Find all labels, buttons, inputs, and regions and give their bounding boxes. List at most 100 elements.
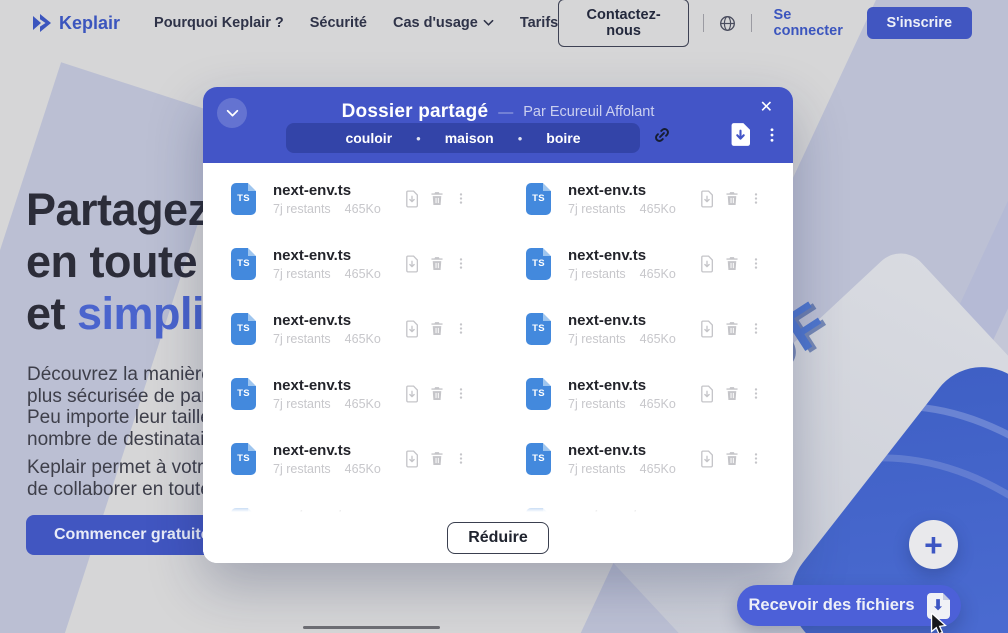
ts-file-icon: TS xyxy=(231,443,256,475)
modal-footer: Réduire xyxy=(203,512,793,563)
file-info: next-env.ts 7j restants 465Ko xyxy=(568,182,676,216)
tag-boire[interactable]: boire xyxy=(546,130,580,146)
delete-file-icon[interactable] xyxy=(429,255,445,272)
file-actions xyxy=(699,450,763,468)
language-selector[interactable] xyxy=(718,14,737,33)
file-more-icon[interactable] xyxy=(454,450,468,467)
file-list-item[interactable]: TS next-env.ts 7j restants 465Ko xyxy=(498,231,793,296)
file-meta: 7j restants 465Ko xyxy=(273,332,381,346)
file-size: 465Ko xyxy=(640,332,676,346)
tag-maison[interactable]: maison xyxy=(445,130,494,146)
nav-item-cas-dusage[interactable]: Cas d'usage xyxy=(393,15,494,31)
collapse-button[interactable] xyxy=(217,98,247,128)
download-file-icon[interactable] xyxy=(404,450,420,468)
file-actions xyxy=(699,190,763,208)
chevron-down-icon xyxy=(483,19,494,27)
add-files-fab[interactable]: + xyxy=(909,520,958,569)
file-actions xyxy=(699,255,763,273)
delete-file-icon[interactable] xyxy=(429,320,445,337)
close-icon[interactable]: ✕ xyxy=(760,98,773,118)
more-options-icon[interactable] xyxy=(763,124,781,146)
nav-divider xyxy=(751,14,752,32)
logo-chevrons-icon xyxy=(32,14,52,32)
file-list-item[interactable]: TS next-env.ts 7j restants 465Ko xyxy=(203,296,498,361)
file-meta: 7j restants 465Ko xyxy=(273,202,381,216)
download-file-icon[interactable] xyxy=(404,190,420,208)
file-size: 465Ko xyxy=(640,202,676,216)
download-file-icon[interactable] xyxy=(404,320,420,338)
folder-tags-pill[interactable]: couloir • maison • boire xyxy=(286,123,640,153)
ts-file-icon: TS xyxy=(231,248,256,280)
file-meta: 7j restants 465Ko xyxy=(568,332,676,346)
file-more-icon[interactable] xyxy=(454,255,468,272)
receive-files-button[interactable]: Recevoir des fichiers ⬇ xyxy=(737,585,961,626)
login-link[interactable]: Se connecter xyxy=(774,7,845,39)
ts-file-icon: TS xyxy=(526,313,551,345)
keplair-logo[interactable]: Keplair xyxy=(32,13,120,34)
file-expiry: 7j restants xyxy=(273,332,331,346)
reduce-button[interactable]: Réduire xyxy=(447,522,549,554)
file-list-item[interactable]: TS next-env.ts 7j restants 465Ko xyxy=(498,426,793,491)
file-more-icon[interactable] xyxy=(749,190,763,207)
file-meta: 7j restants 465Ko xyxy=(273,397,381,411)
page: DF Keplair Pourquoi Keplair ? Sécurité C… xyxy=(0,0,1008,633)
file-actions xyxy=(404,385,468,403)
file-actions xyxy=(404,190,468,208)
modal-author: Par Ecureuil Affolant xyxy=(523,104,654,120)
delete-file-icon[interactable] xyxy=(724,450,740,467)
delete-file-icon[interactable] xyxy=(724,385,740,402)
file-info: next-env.ts 7j restants 465Ko xyxy=(568,442,676,476)
download-file-icon[interactable] xyxy=(699,385,715,403)
file-expiry: 7j restants xyxy=(568,462,626,476)
file-meta: 7j restants 465Ko xyxy=(273,267,381,281)
delete-file-icon[interactable] xyxy=(724,320,740,337)
ts-file-icon: TS xyxy=(526,183,551,215)
file-expiry: 7j restants xyxy=(273,397,331,411)
file-info: next-env.ts 7j restants 465Ko xyxy=(273,312,381,346)
file-more-icon[interactable] xyxy=(454,385,468,402)
signup-button[interactable]: S'inscrire xyxy=(867,7,973,39)
download-file-icon[interactable] xyxy=(404,385,420,403)
nav-item-tarifs[interactable]: Tarifs xyxy=(520,15,558,31)
file-list-item[interactable]: TS next-env.ts 7j restants 465Ko xyxy=(203,361,498,426)
contact-button[interactable]: Contactez-nous xyxy=(558,0,689,47)
file-list-item[interactable]: TS next-env.ts 7j restants 465Ko xyxy=(203,166,498,231)
download-all-icon[interactable] xyxy=(731,123,750,146)
delete-file-icon[interactable] xyxy=(429,450,445,467)
download-file-icon[interactable] xyxy=(699,255,715,273)
tag-couloir[interactable]: couloir xyxy=(345,130,392,146)
delete-file-icon[interactable] xyxy=(724,190,740,207)
file-list-item[interactable]: TS next-env.ts 7j restants 465Ko xyxy=(203,426,498,491)
file-actions xyxy=(404,255,468,273)
copy-link-icon[interactable] xyxy=(651,124,673,146)
file-size: 465Ko xyxy=(345,397,381,411)
file-list-item[interactable]: TS next-env.ts 7j restants 465Ko xyxy=(498,296,793,361)
file-more-icon[interactable] xyxy=(749,450,763,467)
download-file-icon[interactable] xyxy=(404,255,420,273)
file-more-icon[interactable] xyxy=(454,320,468,337)
file-more-icon[interactable] xyxy=(749,320,763,337)
download-file-icon[interactable] xyxy=(699,190,715,208)
nav-item-securite[interactable]: Sécurité xyxy=(310,15,367,31)
download-file-icon[interactable] xyxy=(699,450,715,468)
file-expiry: 7j restants xyxy=(273,202,331,216)
file-size: 465Ko xyxy=(640,267,676,281)
file-list-item[interactable]: TS next-env.ts 7j restants 465Ko xyxy=(498,361,793,426)
file-list-item[interactable]: TS next-env.ts 7j restants 465Ko xyxy=(498,166,793,231)
file-meta: 7j restants 465Ko xyxy=(568,462,676,476)
file-name: next-env.ts xyxy=(568,247,676,264)
file-expiry: 7j restants xyxy=(568,202,626,216)
file-list-item[interactable]: TS next-env.ts 7j restants 465Ko xyxy=(203,231,498,296)
file-more-icon[interactable] xyxy=(454,190,468,207)
nav-item-pourquoi[interactable]: Pourquoi Keplair ? xyxy=(154,15,284,31)
download-file-icon[interactable] xyxy=(699,320,715,338)
tag-separator-dot: • xyxy=(416,131,421,146)
delete-file-icon[interactable] xyxy=(724,255,740,272)
file-size: 465Ko xyxy=(345,332,381,346)
file-more-icon[interactable] xyxy=(749,385,763,402)
chevron-down-icon xyxy=(226,109,239,118)
delete-file-icon[interactable] xyxy=(429,385,445,402)
file-more-icon[interactable] xyxy=(749,255,763,272)
delete-file-icon[interactable] xyxy=(429,190,445,207)
file-info: next-env.ts 7j restants 465Ko xyxy=(568,312,676,346)
